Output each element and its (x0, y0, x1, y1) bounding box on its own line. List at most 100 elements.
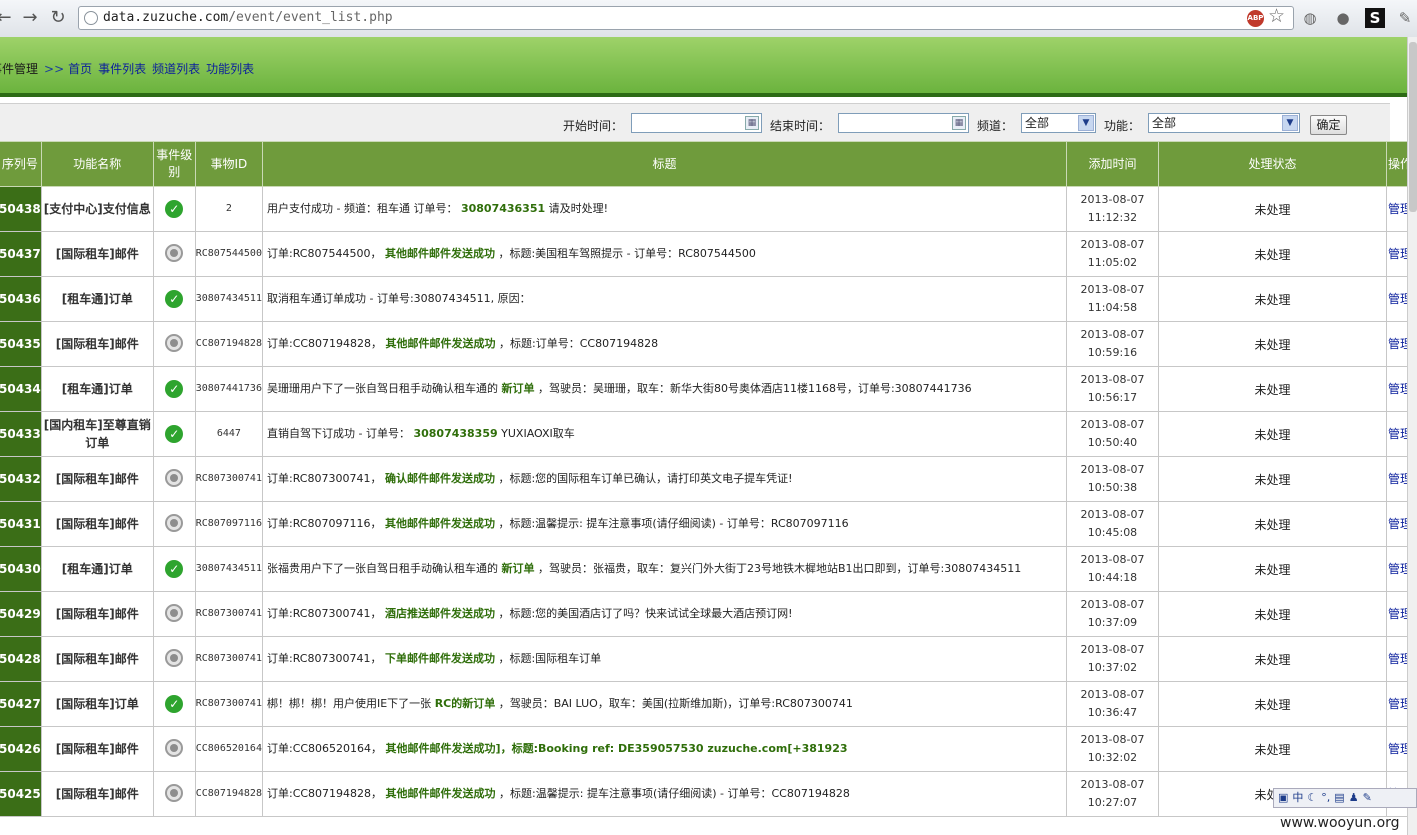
back-arrow-icon[interactable]: ← (0, 6, 16, 30)
calendar-icon[interactable]: ▦ (952, 116, 966, 130)
cell-level (152, 501, 196, 547)
table-row: 50437 [国际租车]邮件 RC807544500 订单:RC807544500， … (0, 231, 1414, 277)
moon-icon[interactable]: ☾ (1307, 789, 1317, 807)
table-row: 50436 [租车通]订单 ✓ 30807434511 取消租车通订单成功 - 订单号:… (0, 276, 1414, 322)
ime-toolbar[interactable]: ▣ 中 ☾ °, ▤ ♟ ✎ (1273, 788, 1417, 808)
check-circle-icon: ✓ (165, 380, 184, 398)
cell-seq: 50429 (0, 591, 42, 637)
cell-status: 未处理 (1157, 726, 1387, 772)
chevron-down-icon[interactable]: ▼ (1282, 115, 1298, 131)
cell-time: 2013-08-07 11:05:02 (1065, 231, 1159, 277)
title-text-tail: ，标题:订单号：CC807194828 (495, 337, 659, 350)
cell-time: 2013-08-07 10:59:16 (1065, 321, 1159, 367)
cell-level (152, 456, 196, 502)
cell-seq: 50433 (0, 411, 42, 457)
cell-seq: 50428 (0, 636, 42, 682)
title-highlight: 酒店推送邮件发送成功 (384, 607, 495, 620)
table-row: 50428 [国际租车]邮件 RC807300741 订单:RC807300741， … (0, 636, 1414, 682)
cell-time: 2013-08-07 10:37:02 (1065, 636, 1159, 682)
cookie-extension-icon[interactable]: ● (1333, 8, 1353, 28)
adblock-icon[interactable]: ABP (1247, 10, 1264, 27)
col-header-seq[interactable]: 序列号 (0, 141, 42, 187)
start-time-input[interactable]: ▦ (631, 113, 762, 133)
chevron-down-icon[interactable]: ▼ (1078, 115, 1094, 131)
punctuation-icon[interactable]: °, (1321, 789, 1330, 807)
check-circle-icon: ✓ (165, 695, 184, 713)
bookmark-star-icon[interactable]: ☆ (1268, 5, 1285, 27)
cell-level: ✓ (152, 546, 196, 592)
wrench-icon[interactable]: ✎ (1363, 789, 1372, 807)
cell-function: [国际租车]邮件 (40, 501, 154, 547)
function-select[interactable]: 全部 ▼ (1148, 113, 1300, 133)
vertical-scrollbar[interactable] (1407, 37, 1417, 835)
calendar-icon[interactable]: ▦ (745, 116, 759, 130)
cell-level (152, 726, 196, 772)
col-header-function[interactable]: 功能名称 (40, 141, 154, 187)
s-extension-icon[interactable]: S (1365, 8, 1385, 28)
breadcrumb-separator: >> (44, 62, 65, 76)
app-header: 事件管理 >>首页事件列表频道列表功能列表 (0, 37, 1410, 97)
title-highlight: 30807436351 (460, 202, 546, 215)
nav-link-event-list[interactable]: 事件列表 (98, 62, 146, 76)
cell-status: 未处理 (1157, 591, 1387, 637)
end-time-input[interactable]: ▦ (838, 113, 969, 133)
cell-function: [国际租车]邮件 (40, 726, 154, 772)
title-highlight: 确认邮件邮件发送成功 (384, 472, 495, 485)
ime-language-label[interactable]: 中 (1292, 789, 1303, 807)
col-header-status[interactable]: 处理状态 (1157, 141, 1387, 187)
ime-logo-icon[interactable]: ▣ (1278, 789, 1288, 807)
title-text: 订单:RC807544500， (266, 247, 385, 260)
table-row: 50426 [国际租车]邮件 CC806520164 订单:CC806520164， … (0, 726, 1414, 772)
cell-status: 未处理 (1157, 231, 1387, 277)
confirm-button[interactable]: 确定 (1310, 115, 1347, 135)
col-header-level[interactable]: 事件级别 (152, 141, 196, 187)
cell-status: 未处理 (1157, 366, 1387, 412)
event-table: 序列号 功能名称 事件级别 事物ID 标题 添加时间 处理状态 操作 50438… (0, 141, 1414, 817)
nav-link-channel-list[interactable]: 频道列表 (152, 62, 200, 76)
cell-time: 2013-08-07 10:50:40 (1065, 411, 1159, 457)
cell-tid: 30807441736 (194, 366, 263, 412)
wrench-menu-icon[interactable]: ✎ (1395, 8, 1415, 28)
col-header-tid[interactable]: 事物ID (194, 141, 263, 187)
cell-level (152, 771, 196, 817)
cell-function: [租车通]订单 (40, 366, 154, 412)
keyboard-icon[interactable]: ▤ (1334, 789, 1344, 807)
title-highlight: 其他邮件邮件发送成功]，标题:Booking ref: DE359057530 … (385, 742, 848, 755)
forward-arrow-icon[interactable]: → (18, 6, 42, 30)
cell-tid: RC807300741 (194, 591, 263, 637)
reload-icon[interactable]: ↻ (46, 6, 70, 30)
address-bar[interactable]: data.zuzuche.com/event/event_list.php (78, 6, 1294, 30)
cell-function: [国际租车]邮件 (40, 636, 154, 682)
col-header-time[interactable]: 添加时间 (1065, 141, 1159, 187)
cell-title: 订单:CC807194828， 其他邮件邮件发送成功 ，标题:订单号：CC807… (261, 321, 1067, 367)
cell-title: 直销自驾下订成功 - 订单号： 30807438359 YUXIAOXI取车 (261, 411, 1067, 457)
table-row: 50431 [国际租车]邮件 RC807097116 订单:RC807097116， … (0, 501, 1414, 547)
cell-tid: RC807097116 (194, 501, 263, 547)
cell-title: 取消租车通订单成功 - 订单号:30807434511, 原因： (261, 276, 1067, 322)
cell-seq: 50425 (0, 771, 42, 817)
title-text-tail: YUXIAOXI取车 (497, 427, 575, 440)
cell-time: 2013-08-07 11:12:32 (1065, 186, 1159, 232)
cell-title: 订单:RC807300741， 下单邮件邮件发送成功 ，标题:国际租车订单 (261, 636, 1067, 682)
title-highlight: 其他邮件邮件发送成功 (384, 247, 495, 260)
user-icon[interactable]: ♟ (1349, 789, 1359, 807)
scrollbar-thumb[interactable] (1409, 42, 1417, 212)
title-text: 订单:CC806520164， (266, 742, 386, 755)
title-text: 订单:RC807300741， (266, 607, 385, 620)
title-text: 用户支付成功 - 频道：租车通 订单号： (266, 202, 461, 215)
nav-link-home[interactable]: 首页 (68, 62, 92, 76)
globe-extension-icon[interactable]: ◍ (1300, 8, 1320, 28)
cell-tid: CC806520164 (194, 726, 263, 772)
nav-link-function-list[interactable]: 功能列表 (206, 62, 254, 76)
cell-level: ✓ (152, 411, 196, 457)
channel-select[interactable]: 全部 ▼ (1021, 113, 1096, 133)
cell-tid: 30807434511 (194, 546, 263, 592)
cell-seq: 50436 (0, 276, 42, 322)
cell-title: 订单:RC807300741， 确认邮件邮件发送成功 ，标题:您的国际租车订单已… (261, 456, 1067, 502)
breadcrumb: 事件管理 >>首页事件列表频道列表功能列表 (0, 60, 260, 77)
title-text-tail: ，标题:您的国际租车订单已确认，请打印英文电子提车凭证! (494, 472, 793, 485)
table-row: 50430 [租车通]订单 ✓ 30807434511 张福贵用户下了一张自驾日租手动确… (0, 546, 1414, 592)
cell-tid: 30807434511 (194, 276, 263, 322)
col-header-title[interactable]: 标题 (261, 141, 1067, 187)
table-row: 50427 [国际租车]订单 ✓ RC807300741 梆！梆！梆！用户使用IE下了一… (0, 681, 1414, 727)
